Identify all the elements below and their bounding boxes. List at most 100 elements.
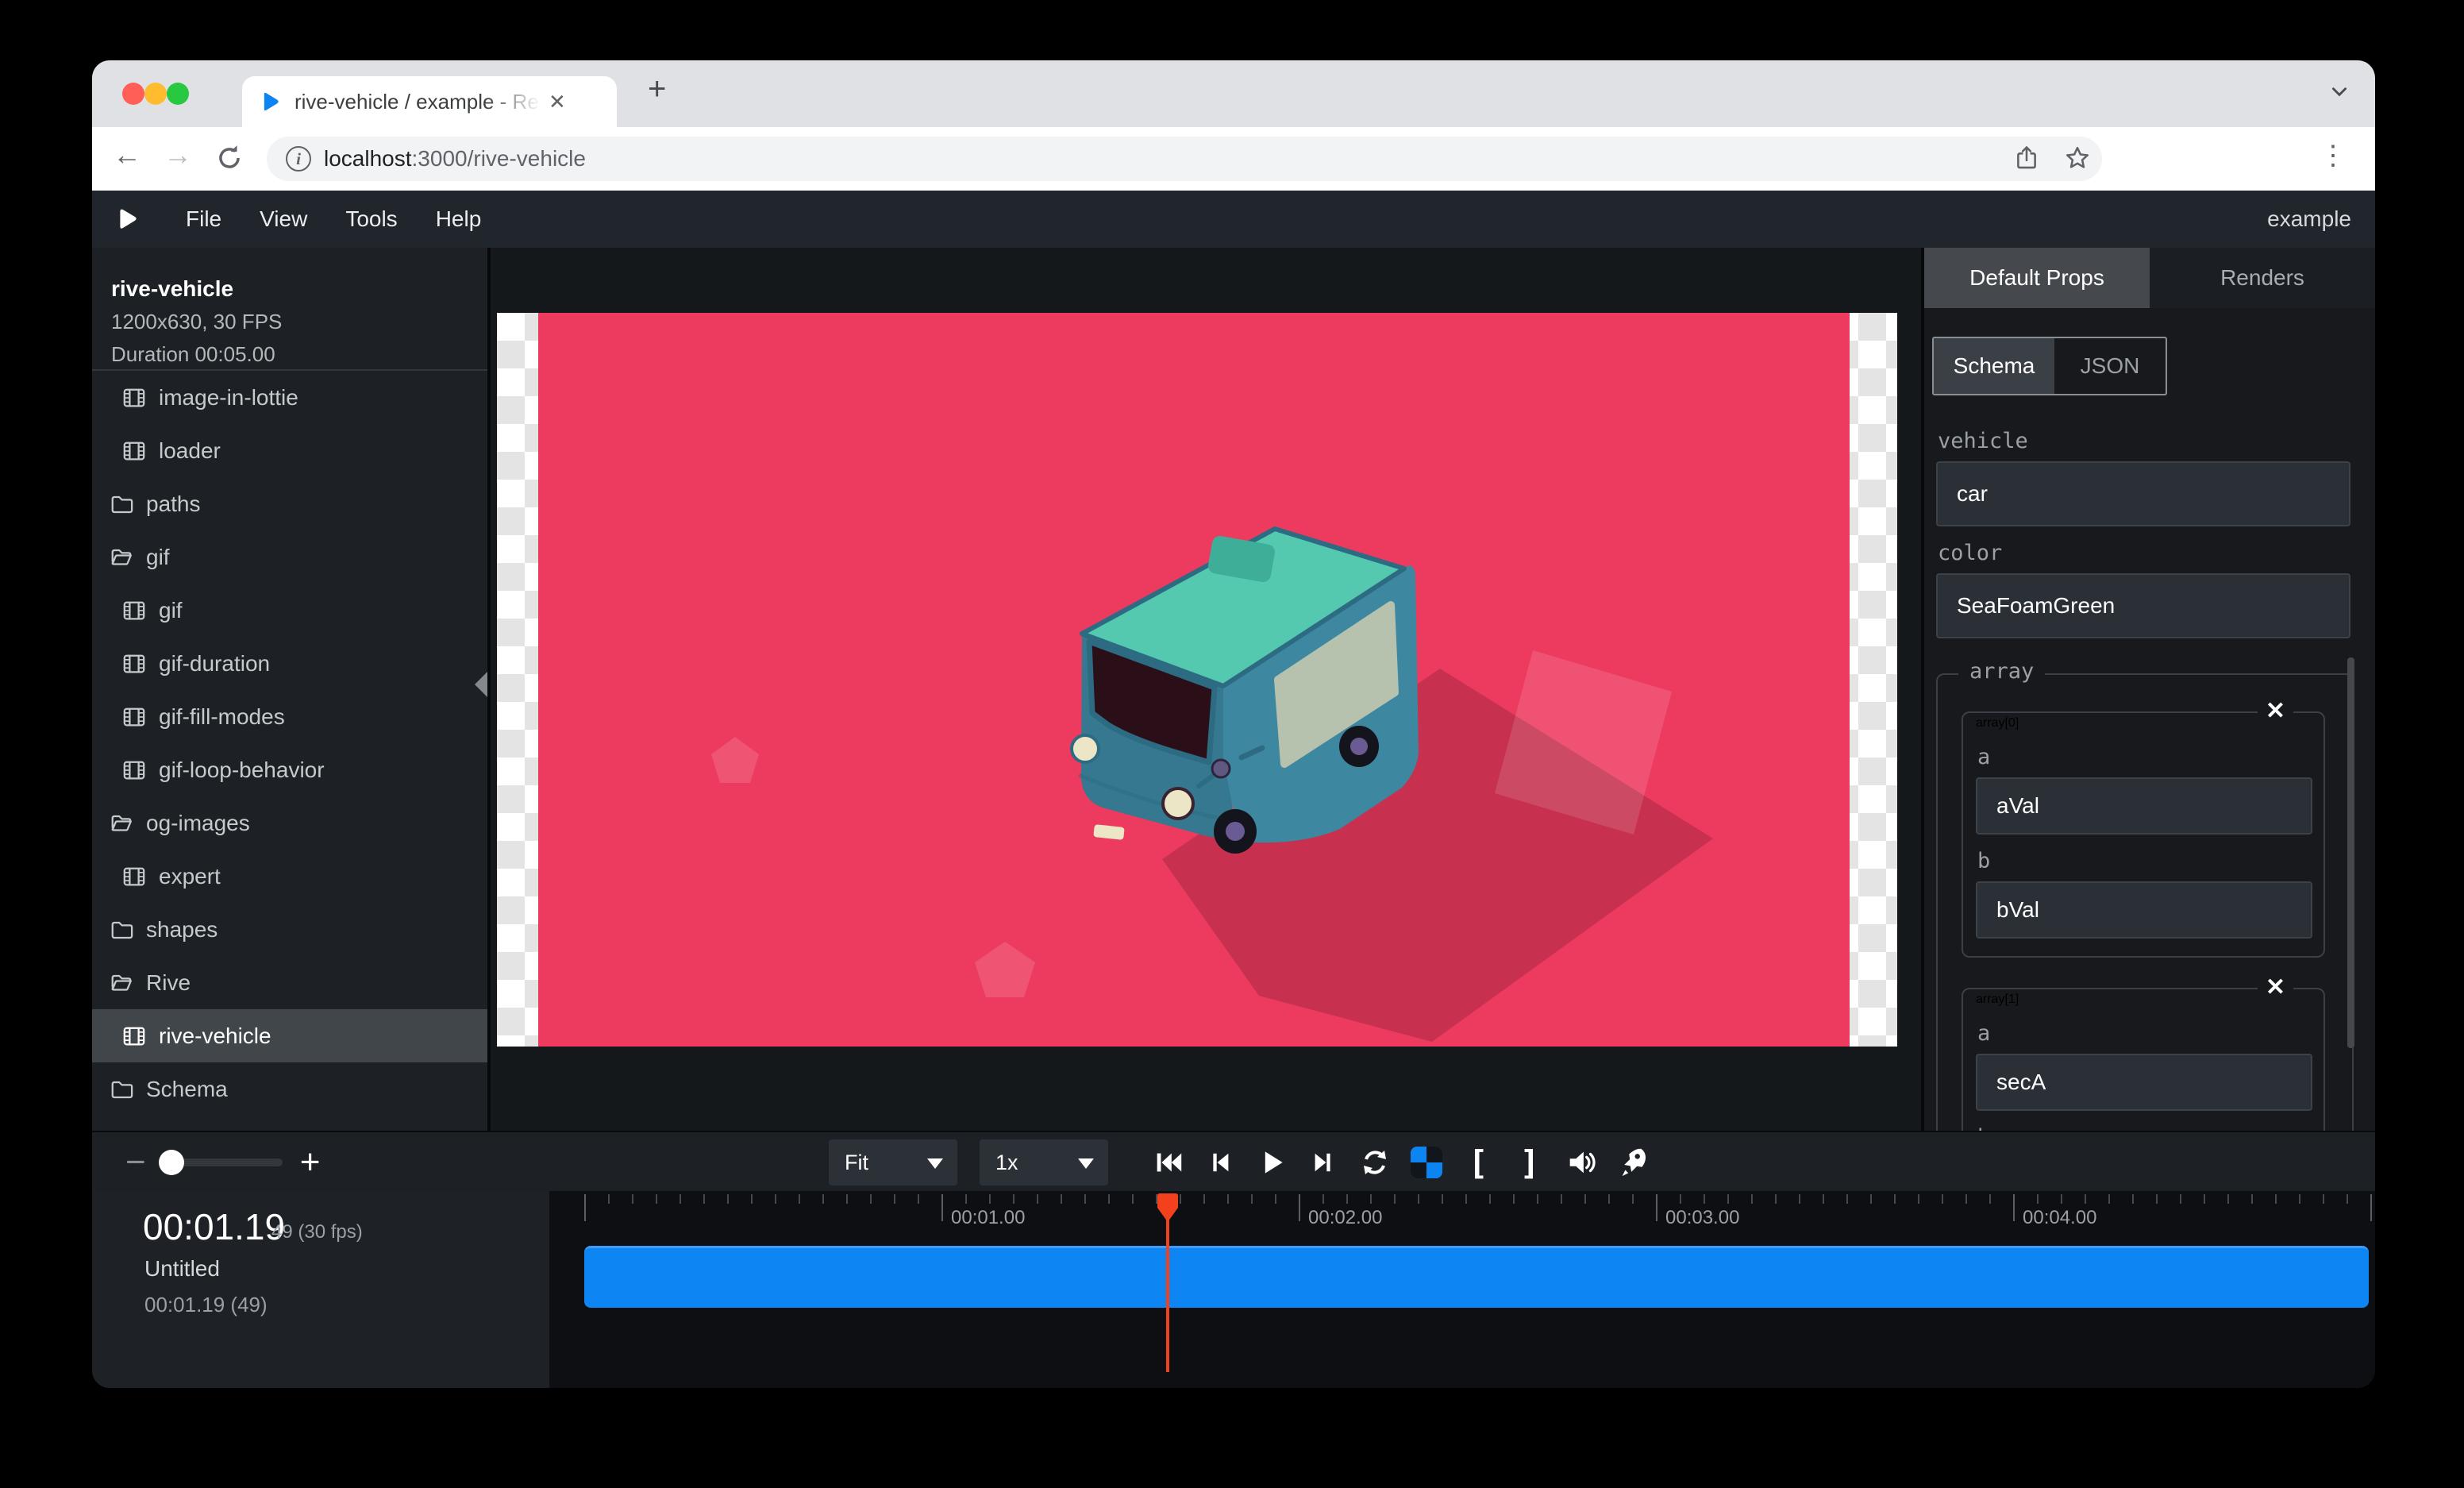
url-bar[interactable]: i localhost:3000/rive-vehicle [267, 137, 2102, 181]
ruler-tick [2085, 1194, 2086, 1204]
sidebar-item-label: paths [146, 492, 201, 517]
sidebar-collapse-arrow-icon[interactable] [475, 672, 487, 697]
sidebar-item-og-images[interactable]: og-images [92, 796, 487, 850]
close-window-button[interactable] [122, 83, 144, 105]
sidebar-item-shapes[interactable]: shapes [92, 903, 487, 956]
sidebar-item-image-in-lottie[interactable]: image-in-lottie [92, 371, 487, 424]
ruler-tick [2204, 1194, 2205, 1204]
ruler-tick [1680, 1194, 1681, 1204]
sidebar-item-Rive[interactable]: Rive [92, 956, 487, 1009]
out-marker-icon[interactable]: ] [1512, 1145, 1547, 1180]
transparency-checker-icon[interactable] [1409, 1145, 1444, 1180]
sidebar-item-expert[interactable]: expert [92, 850, 487, 903]
tab-default-props[interactable]: Default Props [1924, 248, 2150, 308]
ruler-tick [775, 1194, 776, 1204]
timeline-track-bar[interactable] [584, 1246, 2369, 1308]
sidebar-item-rive-vehicle[interactable]: rive-vehicle [92, 1009, 487, 1062]
prop-label-color: color [1938, 541, 2375, 565]
back-arrow-icon[interactable]: ← [113, 138, 141, 172]
ruler-tick [1513, 1194, 1515, 1204]
previous-frame-icon[interactable] [1203, 1145, 1238, 1180]
subtab-schema[interactable]: Schema [1934, 338, 2054, 394]
ruler-label: 00:03.00 [1665, 1207, 1739, 1229]
tabstrip-chevron-icon[interactable] [2329, 81, 2350, 102]
sidebar-item-paths[interactable]: paths [92, 477, 487, 530]
browser-menu-kebab-icon[interactable]: ⋮ [2320, 140, 2347, 172]
ruler-tick [2347, 1194, 2348, 1204]
minimize-window-button[interactable] [144, 83, 167, 105]
zoom-slider-thumb[interactable] [159, 1150, 184, 1175]
sidebar-item-Schema[interactable]: Schema [92, 1062, 487, 1116]
prop-input-b[interactable]: bVal [1976, 881, 2312, 939]
sidebar-item-gif-duration[interactable]: gif-duration [92, 637, 487, 690]
fit-dropdown[interactable]: Fit [829, 1139, 957, 1185]
ruler-tick [680, 1194, 681, 1204]
volume-icon[interactable] [1564, 1145, 1599, 1180]
zoom-out-button[interactable]: − [125, 1143, 146, 1182]
panel-scrollbar[interactable] [2347, 657, 2354, 1048]
prop-input-a[interactable]: aVal [1976, 777, 2312, 835]
skip-to-start-icon[interactable] [1151, 1145, 1186, 1180]
composition-canvas[interactable] [497, 313, 1897, 1047]
playback-speed-dropdown[interactable]: 1x [980, 1139, 1108, 1185]
folder-icon [110, 492, 133, 516]
remove-array-item-icon[interactable]: ✕ [2258, 973, 2293, 1001]
track-name[interactable]: Untitled [144, 1256, 220, 1282]
playhead-handle[interactable] [1156, 1193, 1180, 1228]
subtab-json[interactable]: JSON [2054, 338, 2166, 394]
rocket-icon[interactable] [1615, 1145, 1650, 1180]
folder-icon [110, 1077, 133, 1101]
sidebar-item-label: shapes [146, 917, 218, 943]
browser-tab[interactable]: rive-vehicle / example - Remoti ✕ [242, 76, 617, 127]
maximize-window-button[interactable] [167, 83, 189, 105]
tab-renders[interactable]: Renders [2150, 248, 2375, 308]
prop-input-color[interactable]: SeaFoamGreen [1936, 573, 2350, 638]
sidebar-item-gif[interactable]: gif [92, 584, 487, 637]
ruler-tick [1704, 1194, 1705, 1204]
menu-tools[interactable]: Tools [326, 206, 416, 232]
ruler-tick [2227, 1194, 2229, 1204]
ruler-tick [1870, 1194, 1872, 1204]
film-icon [122, 758, 146, 782]
ruler-tick [1942, 1194, 1943, 1204]
remove-array-item-icon[interactable]: ✕ [2258, 697, 2293, 725]
zoom-in-button[interactable]: + [300, 1143, 321, 1182]
forward-arrow-icon[interactable]: → [164, 138, 192, 172]
site-info-icon[interactable]: i [286, 146, 311, 172]
menu-help[interactable]: Help [417, 206, 501, 232]
next-frame-icon[interactable] [1306, 1145, 1341, 1180]
prop-label-a: a [1977, 1021, 2311, 1046]
tab-close-icon[interactable]: ✕ [549, 90, 566, 114]
play-icon[interactable] [1254, 1145, 1289, 1180]
sidebar-item-gif-fill-modes[interactable]: gif-fill-modes [92, 690, 487, 743]
tab-title: rive-vehicle / example - Remoti [295, 90, 541, 114]
in-marker-icon[interactable]: [ [1461, 1145, 1496, 1180]
bookmark-star-icon[interactable] [2064, 145, 2091, 172]
prop-input-a[interactable]: secA [1976, 1054, 2312, 1111]
prop-input-vehicle[interactable]: car [1936, 461, 2350, 526]
sidebar-item-gif-loop-behavior[interactable]: gif-loop-behavior [92, 743, 487, 796]
menu-file[interactable]: File [167, 206, 241, 232]
loop-icon[interactable] [1357, 1145, 1392, 1180]
ruler-tick [1322, 1194, 1324, 1204]
prop-label-b: b [1977, 849, 2311, 873]
zoom-slider[interactable] [164, 1158, 283, 1166]
share-icon[interactable] [2013, 145, 2040, 172]
film-icon [122, 1024, 146, 1048]
ruler-tick [2370, 1194, 2372, 1221]
film-icon [122, 386, 146, 410]
ruler-tick [1418, 1194, 1419, 1204]
sidebar-item-loader[interactable]: loader [92, 424, 487, 477]
sidebar-item-gif[interactable]: gif [92, 530, 487, 584]
compositions-sidebar: rive-vehicle 1200x630, 30 FPS Duration 0… [92, 248, 491, 1131]
ruler-tick [1561, 1194, 1562, 1204]
film-icon [122, 865, 146, 889]
ruler-tick [1442, 1194, 1443, 1204]
menu-view[interactable]: View [241, 206, 326, 232]
new-tab-button[interactable]: + [648, 71, 666, 107]
ruler-tick [1608, 1194, 1610, 1204]
reload-icon[interactable] [214, 143, 244, 173]
ruler-tick [1537, 1194, 1538, 1204]
ruler-tick [1489, 1194, 1491, 1204]
sidebar-item-label: loader [159, 438, 221, 464]
